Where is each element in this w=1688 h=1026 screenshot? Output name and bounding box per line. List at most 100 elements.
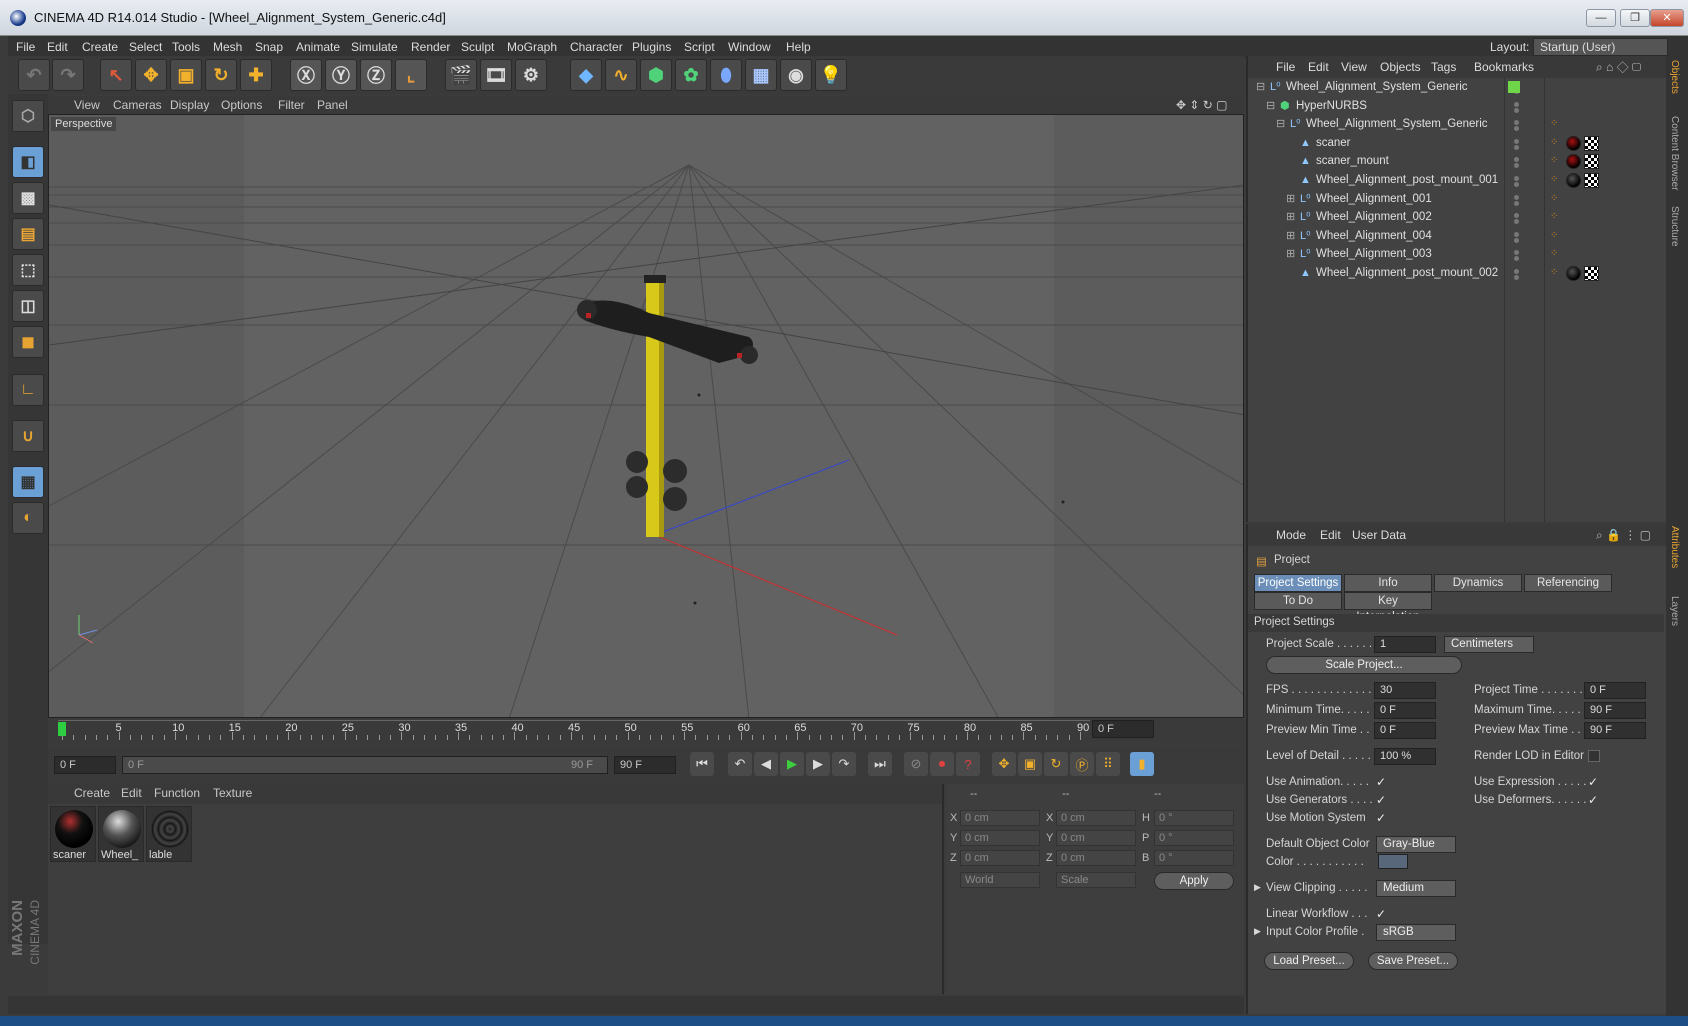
- next-key-icon[interactable]: ↷: [832, 752, 856, 776]
- render-settings-icon[interactable]: ⚙: [515, 59, 547, 91]
- min-time-field[interactable]: 0 F: [1374, 702, 1436, 719]
- tab-info[interactable]: Info: [1344, 574, 1432, 592]
- timeline-playhead[interactable]: [58, 722, 66, 736]
- maximize-button[interactable]: ❐: [1620, 9, 1650, 27]
- object-name[interactable]: scaner: [1316, 137, 1351, 149]
- use-expression-checkbox[interactable]: ✓: [1588, 776, 1600, 788]
- material-swatch[interactable]: lable: [146, 806, 192, 862]
- autokey-icon[interactable]: ⏺: [930, 752, 954, 776]
- array-icon[interactable]: ✿: [675, 59, 707, 91]
- material-swatch[interactable]: scaner: [50, 806, 96, 862]
- timeline-icon[interactable]: ▮: [1130, 752, 1154, 776]
- render-visibility-dot[interactable]: [1514, 237, 1519, 243]
- material-tag-icon[interactable]: [1566, 154, 1581, 170]
- tab-referencing[interactable]: Referencing: [1524, 574, 1612, 592]
- texture-tag-icon[interactable]: [1584, 173, 1599, 188]
- attr-menu-user-data[interactable]: User Data: [1352, 528, 1406, 542]
- render-visibility-dot[interactable]: [1514, 144, 1519, 150]
- close-button[interactable]: ✕: [1650, 9, 1684, 27]
- phong-tag-icon[interactable]: ⁘: [1550, 230, 1558, 241]
- move-icon[interactable]: ✥: [135, 59, 167, 91]
- menu-script[interactable]: Script: [684, 40, 715, 54]
- render-visibility-dot[interactable]: [1514, 256, 1519, 262]
- material-swatch[interactable]: Wheel_: [98, 806, 144, 862]
- frame-range-slider[interactable]: 0 F 90 F: [122, 756, 608, 774]
- redo-icon[interactable]: ↷: [52, 59, 84, 91]
- viewport-nav-icon[interactable]: ✥ ⇕ ↻ ▢: [1176, 98, 1228, 112]
- side-tab-structure[interactable]: Structure: [1669, 206, 1680, 247]
- render-visibility-dot[interactable]: [1514, 275, 1519, 280]
- lod-field[interactable]: 100 %: [1374, 748, 1436, 765]
- expand-toggle-icon[interactable]: ⊟: [1256, 81, 1268, 93]
- viewport-menu-options[interactable]: Options: [221, 98, 262, 112]
- phong-tag-icon[interactable]: ⁘: [1550, 267, 1558, 278]
- tab-dynamics[interactable]: Dynamics: [1434, 574, 1522, 592]
- z-axis-lock-icon[interactable]: Ⓩ: [360, 59, 392, 91]
- save-preset-button[interactable]: Save Preset...: [1368, 952, 1458, 970]
- render-visibility-dot[interactable]: [1514, 107, 1519, 113]
- side-tab-attributes[interactable]: Attributes: [1669, 526, 1680, 568]
- rotation-b-field[interactable]: 0 °: [1154, 850, 1234, 866]
- objects-menu-objects[interactable]: Objects: [1380, 60, 1421, 74]
- layout-dropdown[interactable]: Startup (User): [1533, 38, 1668, 56]
- viewport-menu-cameras[interactable]: Cameras: [113, 98, 162, 112]
- object-row[interactable]: ▲ Wheel_Alignment_post_mount_001 ⁘: [1248, 171, 1668, 191]
- menu-animate[interactable]: Animate: [296, 40, 340, 54]
- render-view-icon[interactable]: 🎬: [445, 59, 477, 91]
- object-name[interactable]: Wheel_Alignment_001: [1316, 193, 1432, 205]
- object-name[interactable]: scaner_mount: [1316, 155, 1389, 167]
- editor-visibility-dot[interactable]: [1514, 176, 1519, 181]
- objects-menu-edit[interactable]: Edit: [1308, 60, 1329, 74]
- object-row[interactable]: ⊞ L⁰ Wheel_Alignment_002 ⁘: [1248, 208, 1668, 228]
- light-icon[interactable]: 💡: [815, 59, 847, 91]
- objects-menu-tags[interactable]: Tags: [1431, 60, 1456, 74]
- menu-create[interactable]: Create: [82, 40, 118, 54]
- viewport-menu-view[interactable]: View: [74, 98, 100, 112]
- side-tab-objects[interactable]: Objects: [1669, 60, 1680, 94]
- editor-visibility-dot[interactable]: [1514, 194, 1519, 200]
- scale-icon[interactable]: ▣: [170, 59, 202, 91]
- material-tag-icon[interactable]: [1566, 135, 1581, 151]
- material-tag-icon[interactable]: [1566, 266, 1581, 281]
- tab-to-do[interactable]: To Do: [1254, 592, 1342, 610]
- editor-visibility-dot[interactable]: [1514, 101, 1519, 107]
- phong-tag-icon[interactable]: ⁘: [1550, 118, 1558, 129]
- coordinate-mode-dropdown[interactable]: World: [960, 872, 1040, 888]
- objects-menu-file[interactable]: File: [1276, 60, 1295, 74]
- menu-edit[interactable]: Edit: [47, 40, 68, 54]
- apply-button[interactable]: Apply: [1154, 872, 1234, 890]
- expand-toggle-icon[interactable]: ⊞: [1286, 230, 1298, 242]
- material-menu-edit[interactable]: Edit: [121, 786, 142, 800]
- object-row[interactable]: ⊟ L⁰ Wheel_Alignment_System_Generic ⁘: [1248, 115, 1668, 135]
- use-motion-checkbox[interactable]: ✓: [1376, 812, 1388, 824]
- object-name[interactable]: Wheel_Alignment_post_mount_001: [1316, 174, 1498, 186]
- edges-mode-icon[interactable]: ◫: [12, 290, 44, 322]
- minimize-button[interactable]: —: [1586, 9, 1616, 27]
- points-mode-icon[interactable]: ⬚: [12, 254, 44, 286]
- menu-character[interactable]: Character: [570, 40, 623, 54]
- editor-visibility-dot[interactable]: [1514, 250, 1519, 256]
- expand-toggle-icon[interactable]: ⊞: [1286, 193, 1298, 205]
- make-editable-icon[interactable]: ⬡: [12, 100, 44, 132]
- render-visibility-dot[interactable]: [1514, 126, 1519, 132]
- render-picture-viewer-icon[interactable]: 🎞: [480, 59, 512, 91]
- attr-menu-mode[interactable]: Mode: [1276, 528, 1306, 542]
- polygons-mode-icon[interactable]: ◼: [12, 326, 44, 358]
- material-menu-function[interactable]: Function: [154, 786, 200, 800]
- position-z-field[interactable]: 0 cm: [960, 850, 1040, 866]
- default-color-dropdown[interactable]: Gray-Blue: [1376, 836, 1456, 853]
- preview-min-field[interactable]: 0 F: [1374, 722, 1436, 739]
- position-y-field[interactable]: 0 cm: [960, 830, 1040, 846]
- use-deformers-checkbox[interactable]: ✓: [1588, 794, 1600, 806]
- menu-select[interactable]: Select: [129, 40, 162, 54]
- key-rotation-icon[interactable]: ↻: [1044, 752, 1068, 776]
- editor-visibility-dot[interactable]: [1514, 120, 1519, 126]
- material-menu-texture[interactable]: Texture: [213, 786, 252, 800]
- key-position-icon[interactable]: ✥: [992, 752, 1016, 776]
- menu-plugins[interactable]: Plugins: [632, 40, 671, 54]
- x-axis-lock-icon[interactable]: Ⓧ: [290, 59, 322, 91]
- object-row[interactable]: ▲ Wheel_Alignment_post_mount_002 ⁘: [1248, 264, 1668, 284]
- editor-visibility-dot[interactable]: [1514, 157, 1519, 163]
- menu-help[interactable]: Help: [786, 40, 811, 54]
- expand-toggle-icon[interactable]: ⊞: [1286, 211, 1298, 223]
